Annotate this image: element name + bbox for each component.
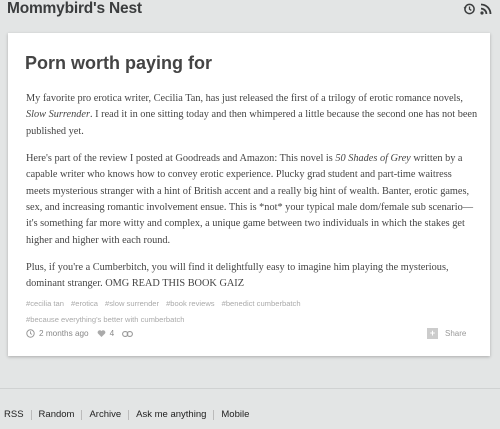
nav-rss[interactable]: RSS: [4, 409, 24, 420]
nav-separator: [30, 409, 32, 420]
link-icon: [122, 330, 134, 337]
permalink[interactable]: [122, 330, 137, 338]
notes-link[interactable]: 4: [97, 329, 115, 338]
plus-icon: +: [427, 327, 438, 339]
share-label: Share: [445, 328, 467, 338]
tag-link[interactable]: #slow surrender: [105, 299, 159, 308]
post-paragraph: Plus, if you're a Cumberbitch, you will …: [26, 261, 449, 290]
tag-list: #cecilia tan #erotica #slow surrender #book…: [26, 296, 476, 328]
nav-mobile[interactable]: Mobile: [221, 409, 249, 420]
nav-separator: [213, 409, 215, 420]
history-icon[interactable]: [463, 3, 475, 15]
tag-link[interactable]: #cecilia tan: [26, 299, 64, 308]
blog-header: Mommybird's Nest: [0, 0, 500, 24]
text-run: written by a capable writer who knows ho…: [26, 152, 474, 246]
nav-random[interactable]: Random: [39, 409, 75, 420]
header-icons: [463, 3, 492, 15]
blog-title[interactable]: Mommybird's Nest: [7, 0, 142, 18]
post-card: Porn worth paying for My favorite pro er…: [8, 33, 490, 356]
nav-ask[interactable]: Ask me anything: [136, 409, 206, 420]
divider: [0, 388, 500, 389]
text-run: My favorite pro erotica writer, Cecilia …: [26, 93, 463, 104]
clock-icon: [26, 329, 35, 338]
heart-icon: [97, 330, 105, 338]
like-count: 4: [109, 329, 115, 338]
tag-link[interactable]: #benedict cumberbatch: [222, 299, 301, 308]
tag-link[interactable]: #erotica: [71, 299, 98, 308]
post-title[interactable]: Porn worth paying for: [25, 53, 212, 74]
timestamp-link[interactable]: 2 months ago: [26, 329, 89, 338]
nav-archive[interactable]: Archive: [89, 409, 121, 420]
post-paragraph: My favorite pro erotica writer, Cecilia …: [26, 91, 478, 140]
book-title: 50 Shades of Grey: [335, 152, 411, 164]
post-body: My favorite pro erotica writer, Cecilia …: [26, 91, 478, 303]
text-run: . I read it in one sitting today and the…: [26, 109, 478, 137]
nav-separator: [81, 409, 83, 420]
tag-link[interactable]: #because everything's better with cumber…: [26, 315, 184, 324]
timestamp: 2 months ago: [39, 329, 89, 338]
footer-nav: RSS Random Archive Ask me anything Mobil…: [4, 409, 249, 420]
nav-separator: [128, 409, 130, 420]
tag-link[interactable]: #book reviews: [166, 299, 215, 308]
share-button[interactable]: + Share: [427, 326, 472, 340]
book-title: Slow Surrender: [26, 109, 90, 121]
post-paragraph: Here's part of the review I posted at Go…: [26, 151, 478, 249]
rss-icon[interactable]: [480, 3, 492, 15]
post-meta: 2 months ago 4: [26, 329, 145, 338]
text-run: Here's part of the review I posted at Go…: [26, 152, 336, 164]
